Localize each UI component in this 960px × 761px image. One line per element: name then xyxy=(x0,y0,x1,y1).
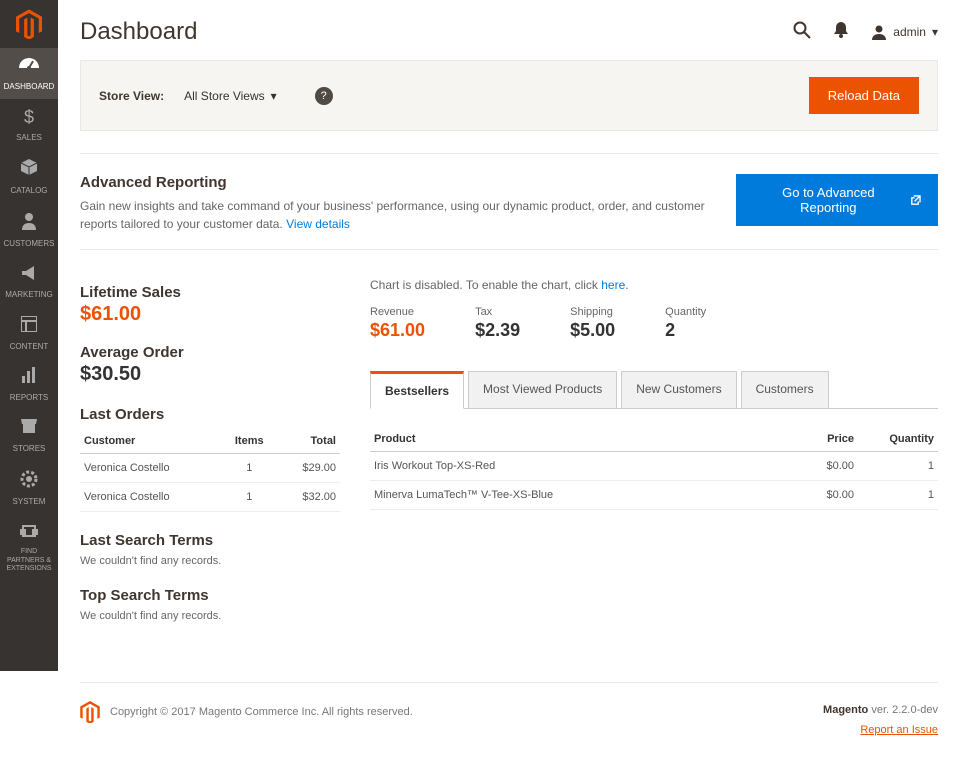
bestsellers-table: Product Price Quantity Iris Workout Top-… xyxy=(370,427,938,510)
tab-most-viewed[interactable]: Most Viewed Products xyxy=(468,371,617,409)
stat-revenue: Revenue $61.00 xyxy=(370,306,425,341)
tab-new-customers[interactable]: New Customers xyxy=(621,371,736,409)
table-row[interactable]: Minerva LumaTech™ V-Tee-XS-Blue $0.00 1 xyxy=(370,481,938,510)
sidebar-item-reports[interactable]: REPORTS xyxy=(0,359,58,410)
box-icon xyxy=(20,158,38,182)
search-icon[interactable] xyxy=(793,21,811,44)
store-view-dropdown[interactable]: All Store Views ▾ xyxy=(184,89,277,103)
chevron-down-icon: ▾ xyxy=(932,25,938,39)
page-footer: Copyright © 2017 Magento Commerce Inc. A… xyxy=(80,682,938,761)
table-row[interactable]: Veronica Costello 1 $32.00 xyxy=(80,483,340,512)
partners-icon xyxy=(20,523,38,545)
view-details-link[interactable]: View details xyxy=(286,217,350,231)
admin-sidebar: DASHBOARD $ SALES CATALOG CUSTOMERS MARK… xyxy=(0,0,58,671)
page-title: Dashboard xyxy=(80,18,197,46)
col-quantity: Quantity xyxy=(858,427,938,452)
last-search-title: Last Search Terms xyxy=(80,532,340,549)
sidebar-item-label: SALES xyxy=(16,133,42,143)
dollar-icon: $ xyxy=(24,107,34,129)
dashboard-tabs: Bestsellers Most Viewed Products New Cus… xyxy=(370,371,938,409)
store-view-value: All Store Views xyxy=(184,89,264,103)
tab-bestsellers[interactable]: Bestsellers xyxy=(370,371,464,409)
gear-icon xyxy=(20,470,38,494)
average-order-title: Average Order xyxy=(80,344,340,361)
external-link-icon xyxy=(910,195,921,206)
megaphone-icon xyxy=(20,265,38,287)
last-orders-table: Customer Items Total Veronica Costello 1… xyxy=(80,429,340,512)
last-search-empty: We couldn't find any records. xyxy=(80,555,340,567)
lifetime-sales-title: Lifetime Sales xyxy=(80,284,340,301)
user-icon xyxy=(871,24,887,40)
sidebar-item-customers[interactable]: CUSTOMERS xyxy=(0,204,58,257)
version-text: Magento ver. 2.2.0-dev xyxy=(823,701,938,721)
sidebar-item-sales[interactable]: $ SALES xyxy=(0,99,58,150)
store-view-label: Store View: xyxy=(99,89,164,103)
sidebar-item-label: STORES xyxy=(13,444,46,454)
admin-account-dropdown[interactable]: admin ▾ xyxy=(871,24,938,40)
notifications-icon[interactable] xyxy=(833,21,849,44)
table-row[interactable]: Veronica Costello 1 $29.00 xyxy=(80,454,340,483)
sidebar-item-label: REPORTS xyxy=(10,393,49,403)
sidebar-item-label: DASHBOARD xyxy=(4,82,55,92)
store-view-bar: Store View: All Store Views ▾ ? Reload D… xyxy=(80,60,938,131)
store-icon xyxy=(20,418,38,440)
average-order-value: $30.50 xyxy=(80,363,340,386)
magento-logo-icon xyxy=(80,701,100,723)
top-search-title: Top Search Terms xyxy=(80,587,340,604)
sidebar-item-system[interactable]: SYSTEM xyxy=(0,462,58,515)
col-total: Total xyxy=(277,429,340,454)
sidebar-item-partners[interactable]: FIND PARTNERS & EXTENSIONS xyxy=(0,515,58,582)
chevron-down-icon: ▾ xyxy=(271,89,277,103)
col-product: Product xyxy=(370,427,778,452)
help-icon[interactable]: ? xyxy=(315,87,333,105)
sidebar-item-label: FIND PARTNERS & EXTENSIONS xyxy=(2,548,56,573)
report-issue-link[interactable]: Report an Issue xyxy=(860,724,938,736)
sidebar-item-marketing[interactable]: MARKETING xyxy=(0,257,58,308)
col-items: Items xyxy=(221,429,277,454)
reload-data-button[interactable]: Reload Data xyxy=(809,77,919,114)
sidebar-item-dashboard[interactable]: DASHBOARD xyxy=(0,48,58,99)
admin-username: admin xyxy=(893,25,926,39)
sidebar-item-catalog[interactable]: CATALOG xyxy=(0,150,58,203)
page-header: Dashboard admin ▾ xyxy=(80,0,938,60)
stat-quantity: Quantity 2 xyxy=(665,306,706,341)
gauge-icon xyxy=(19,56,39,78)
sidebar-item-label: CATALOG xyxy=(10,186,47,196)
stat-shipping: Shipping $5.00 xyxy=(570,306,615,341)
last-orders-title: Last Orders xyxy=(80,406,340,423)
stat-tax: Tax $2.39 xyxy=(475,306,520,341)
bar-chart-icon xyxy=(21,367,37,389)
col-customer: Customer xyxy=(80,429,221,454)
sidebar-item-content[interactable]: CONTENT xyxy=(0,308,58,359)
sidebar-item-stores[interactable]: STORES xyxy=(0,410,58,461)
copyright-text: Copyright © 2017 Magento Commerce Inc. A… xyxy=(110,706,413,718)
lifetime-sales-value: $61.00 xyxy=(80,303,340,326)
col-price: Price xyxy=(778,427,858,452)
sidebar-item-label: SYSTEM xyxy=(13,497,46,507)
go-to-advanced-reporting-button[interactable]: Go to Advanced Reporting xyxy=(736,174,938,226)
top-search-empty: We couldn't find any records. xyxy=(80,610,340,622)
stats-row: Revenue $61.00 Tax $2.39 Shipping $5.00 … xyxy=(370,306,938,341)
sidebar-item-label: CUSTOMERS xyxy=(4,239,55,249)
advanced-reporting-desc: Gain new insights and take command of yo… xyxy=(80,197,716,233)
sidebar-item-label: CONTENT xyxy=(10,342,49,352)
layout-icon xyxy=(21,316,37,338)
chart-disabled-message: Chart is disabled. To enable the chart, … xyxy=(370,278,938,292)
enable-chart-link[interactable]: here xyxy=(601,278,625,292)
magento-logo[interactable] xyxy=(0,0,58,48)
advanced-reporting-title: Advanced Reporting xyxy=(80,174,716,191)
tab-customers[interactable]: Customers xyxy=(741,371,829,409)
person-icon xyxy=(22,212,36,236)
sidebar-item-label: MARKETING xyxy=(5,290,53,300)
table-row[interactable]: Iris Workout Top-XS-Red $0.00 1 xyxy=(370,452,938,481)
